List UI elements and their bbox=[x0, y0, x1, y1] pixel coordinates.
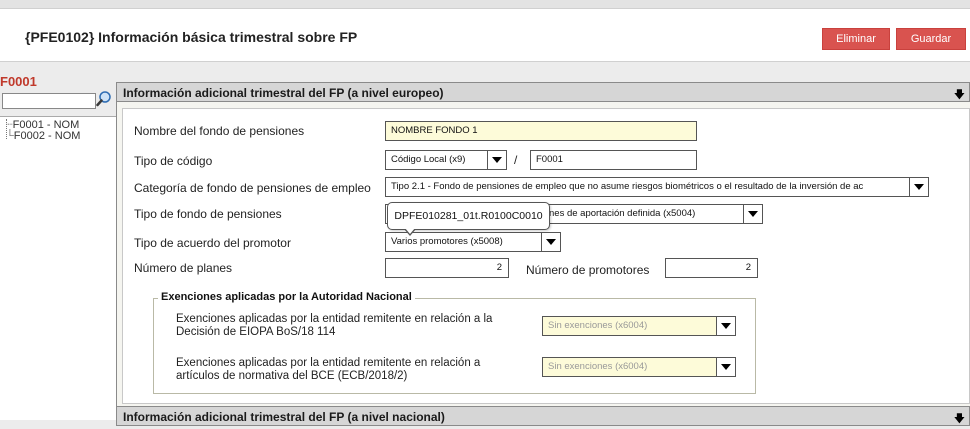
chevron-down-icon[interactable] bbox=[909, 177, 929, 197]
code-type-select[interactable]: Código Local (x9) bbox=[385, 150, 491, 170]
tree-item-label: F0002 - NOM bbox=[13, 130, 81, 142]
fund-type-value: nes de aportación definida (x5004) bbox=[549, 208, 696, 219]
tree-item[interactable]: └F0002 - NOM bbox=[6, 130, 80, 142]
plans-field[interactable]: 2 bbox=[385, 258, 509, 278]
section-eu-header[interactable]: Información adicional trimestral del FP … bbox=[116, 82, 970, 102]
chevron-down-icon[interactable] bbox=[716, 357, 736, 377]
promoters-field[interactable]: 2 bbox=[665, 258, 758, 278]
exemption-ecb-label: Exenciones aplicadas por la entidad remi… bbox=[176, 357, 481, 369]
code-field[interactable]: F0001 bbox=[530, 150, 697, 170]
code-type-label: Tipo de código bbox=[134, 154, 213, 168]
exemption-eiopa-label-2: Decisión de EIOPA BoS/18 114 bbox=[176, 326, 336, 338]
page-title: {PFE0102} Información básica trimestral … bbox=[25, 29, 358, 45]
plans-label: Número de planes bbox=[134, 261, 233, 275]
tree-branch: └ bbox=[6, 130, 14, 142]
fund-name-field[interactable]: NOMBRE FONDO 1 bbox=[385, 121, 697, 141]
section-nat-title: Información adicional trimestral del FP … bbox=[123, 410, 445, 424]
top-strip bbox=[0, 0, 970, 8]
selected-fund-code: F0001 bbox=[0, 74, 37, 89]
code-separator: / bbox=[514, 153, 518, 167]
collapse-arrow-icon[interactable]: 🡇 bbox=[954, 86, 965, 105]
section-nat-header[interactable]: Información adicional trimestral del FP … bbox=[116, 406, 970, 426]
agreement-label: Tipo de acuerdo del promotor bbox=[134, 236, 291, 250]
exemptions-legend: Exenciones aplicadas por la Autoridad Na… bbox=[158, 291, 415, 303]
save-button[interactable]: Guardar bbox=[896, 28, 966, 50]
fund-type-label: Tipo de fondo de pensiones bbox=[134, 207, 282, 221]
collapse-arrow-icon[interactable]: 🡇 bbox=[954, 410, 965, 429]
chevron-down-icon[interactable] bbox=[716, 316, 736, 336]
chevron-down-icon[interactable] bbox=[743, 204, 763, 224]
tree-search-input[interactable] bbox=[2, 93, 96, 109]
promoters-label: Número de promotores bbox=[526, 263, 650, 277]
category-label: Categoría de fondo de pensiones de emple… bbox=[134, 181, 371, 195]
tooltip-tail-fill bbox=[405, 228, 415, 234]
exemption-ecb-select[interactable]: Sin exenciones (x6004) bbox=[542, 357, 720, 377]
field-id-tooltip: DPFE010281_01t.R0100C0010 bbox=[387, 202, 550, 230]
fund-name-label: Nombre del fondo de pensiones bbox=[134, 124, 305, 138]
magnifier-icon[interactable] bbox=[96, 90, 112, 108]
exemption-ecb-label-2: artículos de normativa del BCE (ECB/2018… bbox=[176, 370, 408, 382]
exemption-eiopa-label: Exenciones aplicadas por la entidad remi… bbox=[176, 313, 493, 325]
exemption-eiopa-select[interactable]: Sin exenciones (x6004) bbox=[542, 316, 720, 336]
section-eu-title: Información adicional trimestral del FP … bbox=[123, 86, 444, 100]
chevron-down-icon[interactable] bbox=[487, 150, 507, 170]
chevron-down-icon[interactable] bbox=[541, 232, 561, 252]
delete-button[interactable]: Eliminar bbox=[822, 28, 890, 50]
category-select[interactable]: Tipo 2.1 - Fondo de pensiones de empleo … bbox=[385, 177, 911, 197]
fund-tree: ┈F0001 - NOM └F0002 - NOM bbox=[0, 116, 116, 420]
